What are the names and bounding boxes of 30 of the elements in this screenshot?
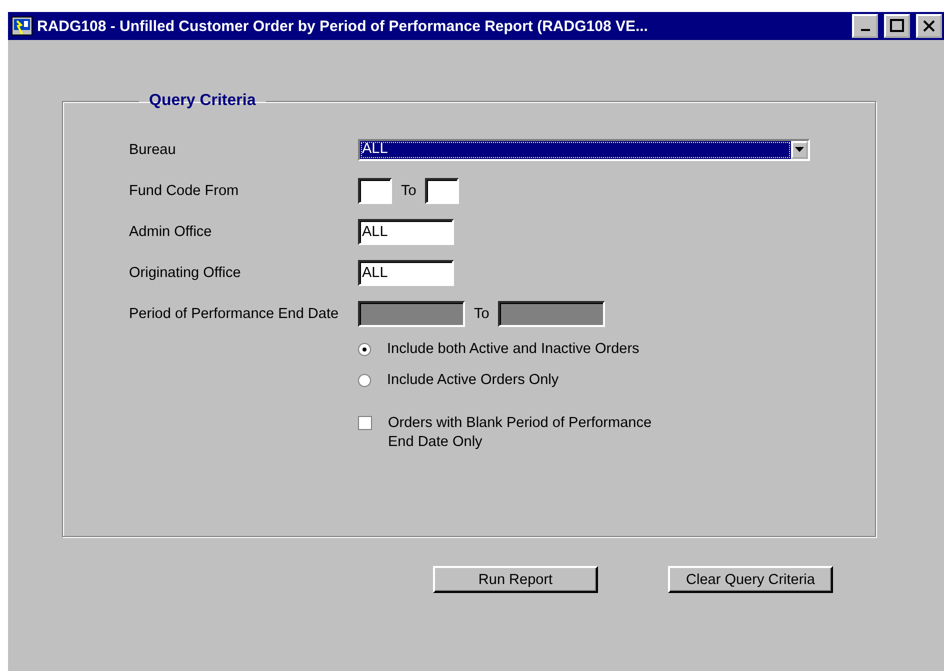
minimize-icon — [860, 29, 870, 31]
radio-button[interactable] — [358, 343, 371, 356]
window-title: RADG108 - Unfilled Customer Order by Period of Performance Report (RADG108 VE... — [37, 18, 649, 34]
close-icon — [922, 19, 936, 33]
option-label: Include Active Orders Only — [387, 371, 559, 390]
radio-button[interactable] — [358, 374, 371, 387]
field-label: Originating Office — [129, 264, 242, 280]
dropdown[interactable]: ALL — [358, 138, 810, 160]
checkbox[interactable] — [358, 416, 372, 430]
run-report-button[interactable]: Run Report — [433, 566, 598, 593]
field-label: Period of Performance End Date — [129, 306, 340, 322]
close-button[interactable] — [916, 14, 942, 38]
clear-button[interactable]: Clear Query Criteria — [668, 566, 833, 593]
to-label: To — [401, 182, 416, 198]
text-field[interactable]: ALL — [358, 218, 454, 244]
minimize-button[interactable] — [852, 14, 878, 38]
text-field[interactable]: ALL — [358, 260, 454, 286]
code-field[interactable] — [425, 178, 460, 204]
app-icon — [11, 16, 33, 36]
option-label: Include both Active and Inactive Orders — [387, 340, 640, 359]
field-label: Bureau — [129, 142, 177, 158]
option-label: Orders with Blank Period of Performance End Date Only — [388, 414, 652, 452]
maximize-icon — [890, 19, 904, 33]
code-field[interactable] — [358, 178, 392, 204]
field-label: Fund Code From — [129, 182, 240, 198]
group-title: Query Criteria — [148, 92, 257, 110]
field-label: Admin Office — [129, 224, 213, 240]
dropdown-arrow-icon — [795, 147, 804, 152]
maximize-button[interactable] — [884, 14, 910, 38]
to-label: To — [474, 306, 490, 322]
